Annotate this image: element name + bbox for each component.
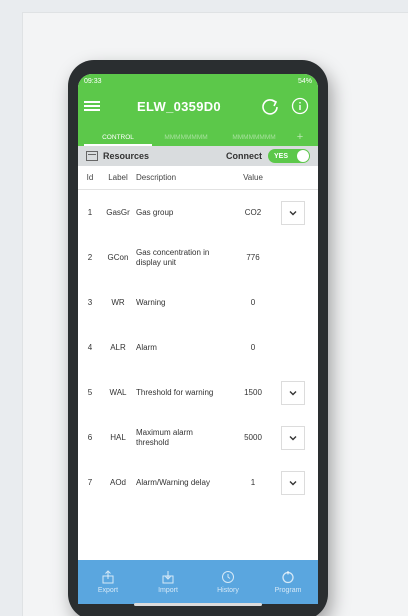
add-tab-button[interactable]: +	[288, 131, 312, 146]
refresh-icon[interactable]	[258, 94, 282, 118]
connect-toggle[interactable]: YES	[268, 149, 310, 163]
row-description: Gas group	[136, 207, 174, 217]
home-indicator	[134, 603, 262, 606]
status-bar: 09:33 54%	[78, 74, 318, 88]
bottom-nav: Export Import History Program	[78, 560, 318, 604]
toggle-knob	[297, 150, 309, 162]
chevron-down-icon	[289, 390, 297, 395]
table-row: 6 HAL Maximum alarm threshold 5000	[78, 415, 318, 460]
row-id: 6	[87, 433, 93, 442]
dropdown-button[interactable]	[281, 470, 305, 495]
resources-icon	[86, 151, 98, 161]
row-value: 5000	[244, 433, 262, 442]
dropdown-button[interactable]	[281, 200, 305, 225]
chevron-down-icon	[289, 435, 297, 440]
nav-export-label: Export	[97, 587, 119, 594]
info-icon[interactable]	[288, 94, 312, 118]
table-row: 7 AOd Alarm/Warning delay 1	[78, 460, 318, 505]
chevron-down-icon	[289, 210, 297, 215]
history-icon	[222, 571, 234, 583]
connect-toggle-label: YES	[274, 152, 289, 160]
nav-import-label: Import	[158, 587, 178, 594]
row-label: GCon	[107, 253, 129, 262]
row-id: 1	[87, 208, 93, 217]
nav-program[interactable]: Program	[262, 570, 314, 594]
table-row: 5 WAL Threshold for warning 1500	[78, 370, 318, 415]
header-label: Label	[108, 173, 128, 182]
device-title: ELW_0359D0	[137, 98, 221, 114]
tab-control[interactable]: CONTROL	[84, 134, 152, 146]
row-description: Alarm/Warning delay	[136, 477, 210, 487]
nav-export[interactable]: Export	[82, 570, 134, 594]
row-description: Maximum alarm threshold	[136, 427, 193, 447]
row-description: Alarm	[136, 342, 157, 352]
row-label: WR	[111, 298, 125, 307]
tab-2[interactable]: MMMMMMMM	[152, 134, 220, 146]
tab-bar: CONTROL MMMMMMMM MMMMMMMM +	[78, 124, 318, 146]
tab-3[interactable]: MMMMMMMM	[220, 134, 288, 146]
program-icon	[282, 571, 294, 584]
table-row: 3 WR Warning 0	[78, 280, 318, 325]
table-row: 1 GasGr Gas group CO2	[78, 190, 318, 235]
resources-label: Resources	[103, 151, 150, 161]
row-value: 1	[250, 478, 256, 487]
nav-history-label: History	[217, 587, 239, 594]
nav-history[interactable]: History	[202, 570, 254, 594]
row-id: 2	[87, 253, 93, 262]
row-id: 7	[87, 478, 93, 487]
chevron-down-icon	[289, 480, 297, 485]
row-label: HAL	[110, 433, 126, 442]
row-id: 4	[87, 343, 93, 352]
connect-label: Connect	[226, 151, 262, 161]
row-value: 776	[246, 253, 260, 262]
status-battery: 54%	[297, 77, 312, 85]
row-value: 0	[250, 298, 256, 307]
nav-import[interactable]: Import	[142, 570, 194, 594]
table-header: Id Label Description Value	[78, 166, 318, 190]
row-id: 5	[87, 388, 93, 397]
import-icon	[162, 571, 174, 584]
header-description: Description	[136, 173, 177, 182]
row-description: Warning	[136, 297, 166, 307]
header-id: Id	[86, 173, 94, 182]
nav-program-label: Program	[274, 587, 302, 594]
table-body: 1 GasGr Gas group CO2 2 GCon Gas concent…	[78, 190, 318, 505]
row-id: 3	[87, 298, 93, 307]
table-row: 2 GCon Gas concentration in display unit…	[78, 235, 318, 280]
dropdown-button[interactable]	[281, 380, 305, 405]
row-label: GasGr	[106, 208, 130, 217]
table-row: 4 ALR Alarm 0	[78, 325, 318, 370]
menu-icon[interactable]	[84, 98, 100, 114]
export-icon	[102, 570, 114, 584]
header-value: Value	[243, 173, 263, 182]
row-label: AOd	[109, 478, 126, 487]
row-label: WAL	[109, 388, 127, 397]
row-value: CO2	[244, 208, 262, 217]
row-value: 0	[250, 343, 256, 352]
dropdown-button[interactable]	[281, 425, 305, 450]
row-description: Gas concentration in display unit	[136, 247, 210, 267]
resources-bar: Resources Connect YES	[78, 146, 318, 166]
status-time: 09:33	[84, 77, 102, 85]
app-bar: ELW_0359D0	[78, 88, 318, 124]
row-description: Threshold for warning	[136, 387, 214, 397]
row-label: ALR	[110, 343, 126, 352]
app-screen: 09:33 54% ELW_0359D0 CONTROL MMMMMMMM MM…	[78, 74, 318, 604]
row-value: 1500	[244, 388, 262, 397]
